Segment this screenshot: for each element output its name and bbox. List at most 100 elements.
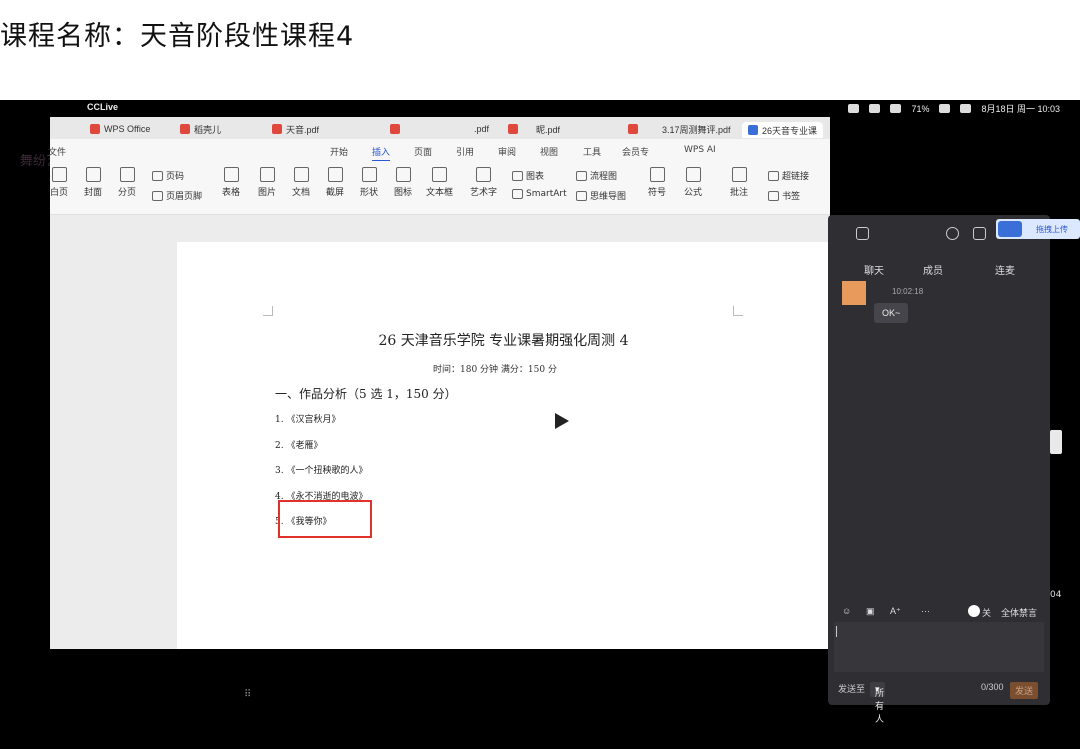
target-icon[interactable] xyxy=(946,227,959,240)
icon-button[interactable]: 图标 xyxy=(394,167,412,198)
omega-icon xyxy=(649,167,665,182)
section-button[interactable]: 分页 xyxy=(118,167,136,198)
emoji-icon[interactable]: ☺ xyxy=(842,606,851,616)
pdf-icon xyxy=(272,124,282,134)
table-button[interactable]: 表格 xyxy=(222,167,240,198)
textbox-icon xyxy=(432,167,447,182)
header-footer-icon xyxy=(152,190,163,201)
comment-button[interactable]: 批注 xyxy=(730,167,748,198)
header-footer-button[interactable]: 页眉页脚 xyxy=(152,189,202,202)
mute-toggle[interactable] xyxy=(968,605,980,617)
tab-active-doc[interactable]: 26天音专业课 xyxy=(742,122,824,138)
page-icon xyxy=(51,167,67,182)
status-icon[interactable] xyxy=(869,104,881,113)
play-icon[interactable] xyxy=(555,413,569,429)
image-icon[interactable]: ▣ xyxy=(866,606,875,617)
smartart-icon xyxy=(512,189,523,199)
side-handle[interactable] xyxy=(1050,430,1062,454)
document-button[interactable]: 文档 xyxy=(292,167,310,198)
tab-pdf[interactable]: 3.17周测舞评.pdf xyxy=(628,121,731,137)
tab-members[interactable]: 成员 xyxy=(923,262,943,277)
art-text-button[interactable]: 艺术字 xyxy=(470,167,497,198)
document-title: 26 天津音乐学院 专业课暑期强化周测 4 xyxy=(378,333,629,349)
tab-pdf[interactable]: .pdf xyxy=(390,121,489,137)
list-item: 2. 《老雁》 xyxy=(275,440,323,451)
pdf-icon xyxy=(180,124,190,134)
document-icon xyxy=(293,167,309,182)
document-page[interactable]: 26 天津音乐学院 专业课暑期强化周测 4 时间：180 分钟 满分：150 分… xyxy=(177,242,830,649)
avatar[interactable] xyxy=(842,281,866,305)
hyperlink-button[interactable]: 超链接 xyxy=(768,169,809,182)
menu-insert[interactable]: 插入 xyxy=(372,145,391,162)
drag-handle-icon[interactable]: ⠿ xyxy=(244,689,251,700)
menu-start[interactable]: 开始 xyxy=(330,145,348,158)
mindmap-button[interactable]: 思维导图 xyxy=(576,189,626,202)
cover-button[interactable]: 封面 xyxy=(84,167,102,198)
page-number-button[interactable]: 页码 xyxy=(152,169,184,182)
menu-member[interactable]: 会员专 xyxy=(622,145,649,158)
section-heading: 一、作品分析（5 选 1，150 分） xyxy=(275,387,457,401)
message-time: 10:02:18 xyxy=(892,287,924,296)
pdf-icon xyxy=(508,124,518,134)
pdf-icon xyxy=(628,124,638,134)
menu-tools[interactable]: 工具 xyxy=(583,145,601,158)
bookmark-button[interactable]: 书签 xyxy=(768,189,800,202)
course-title: 课程名称：天音阶段性课程4 xyxy=(0,21,355,52)
datetime[interactable]: 8月18日 周一 10:03 xyxy=(981,102,1060,115)
chat-input[interactable] xyxy=(834,622,1044,672)
menu-view[interactable]: 视图 xyxy=(540,145,558,158)
mindmap-icon xyxy=(576,190,587,201)
cover-icon xyxy=(85,167,101,182)
tab-wps-office[interactable]: WPS Office xyxy=(90,121,150,137)
blank-page-button[interactable]: 白页 xyxy=(50,167,68,198)
menu-bar: 文件 开始 插入 页面 引用 审阅 视图 工具 会员专 WPS AI xyxy=(48,139,830,162)
shape-button[interactable]: 形状 xyxy=(360,167,378,198)
menu-reference[interactable]: 引用 xyxy=(456,145,474,158)
section-icon xyxy=(119,167,135,182)
comment-icon xyxy=(731,167,747,182)
popout-icon[interactable] xyxy=(856,227,869,240)
wps-icon xyxy=(90,124,100,134)
menu-file[interactable]: 文件 xyxy=(48,145,66,158)
textbox-button[interactable]: 文本框 xyxy=(426,167,453,198)
menu-wps-ai[interactable]: WPS AI xyxy=(684,145,716,155)
tab-pdf[interactable]: 天音.pdf xyxy=(272,121,319,137)
status-icon[interactable] xyxy=(848,104,860,113)
battery-percent: 71% xyxy=(911,103,930,114)
screenshot-button[interactable]: 截屏 xyxy=(326,167,344,198)
margin-corner xyxy=(263,306,273,316)
table-icon xyxy=(223,167,239,182)
chart-button[interactable]: 图表 xyxy=(512,169,544,182)
tab-bar: WPS Office 稻壳儿 天音.pdf .pdf 昵.pdf 3.17周测舞… xyxy=(50,117,830,139)
send-to-label: 发送至 xyxy=(838,684,866,694)
side-text: 04 xyxy=(1050,590,1062,600)
app-name[interactable]: CCLive xyxy=(87,102,118,112)
send-button[interactable]: 发送 xyxy=(1010,682,1039,699)
tab-daoke[interactable]: 稻壳儿 xyxy=(180,121,221,137)
chat-panel: 聊天 成员 连麦 10:02:18 OK~ ☺ ▣ A⁺ ··· 关 全体禁言 … xyxy=(828,215,1050,724)
upload-drop-button[interactable]: 拖拽上传 xyxy=(996,219,1080,239)
search-icon[interactable] xyxy=(960,104,972,113)
tab-connect[interactable]: 连麦 xyxy=(995,262,1015,277)
copy-icon[interactable] xyxy=(973,227,986,240)
flowchart-button[interactable]: 流程图 xyxy=(576,169,617,182)
mute-all-label: 全体禁言 xyxy=(1001,608,1038,618)
menu-page[interactable]: 页面 xyxy=(414,145,432,158)
more-icon[interactable]: ··· xyxy=(921,606,930,616)
smartart-button[interactable]: SmartArt xyxy=(512,189,567,199)
font-icon[interactable]: A⁺ xyxy=(890,606,901,617)
tab-chat[interactable]: 聊天 xyxy=(864,262,884,277)
status-icon[interactable] xyxy=(890,104,902,113)
symbol-button[interactable]: 符号 xyxy=(648,167,666,198)
image-button[interactable]: 图片 xyxy=(258,167,276,198)
wps-window: WPS Office 稻壳儿 天音.pdf .pdf 昵.pdf 3.17周测舞… xyxy=(48,117,830,649)
tab-pdf[interactable]: 昵.pdf xyxy=(508,121,560,137)
flowchart-icon xyxy=(576,170,587,181)
wifi-icon[interactable] xyxy=(939,104,951,113)
menu-review[interactable]: 审阅 xyxy=(498,145,516,158)
highlight-box xyxy=(278,500,372,538)
char-counter: 0/300 xyxy=(981,682,1004,692)
shape-icon xyxy=(361,167,377,182)
send-to-select[interactable]: 所有人 ▾ xyxy=(870,682,885,724)
formula-button[interactable]: 公式 xyxy=(684,167,702,198)
